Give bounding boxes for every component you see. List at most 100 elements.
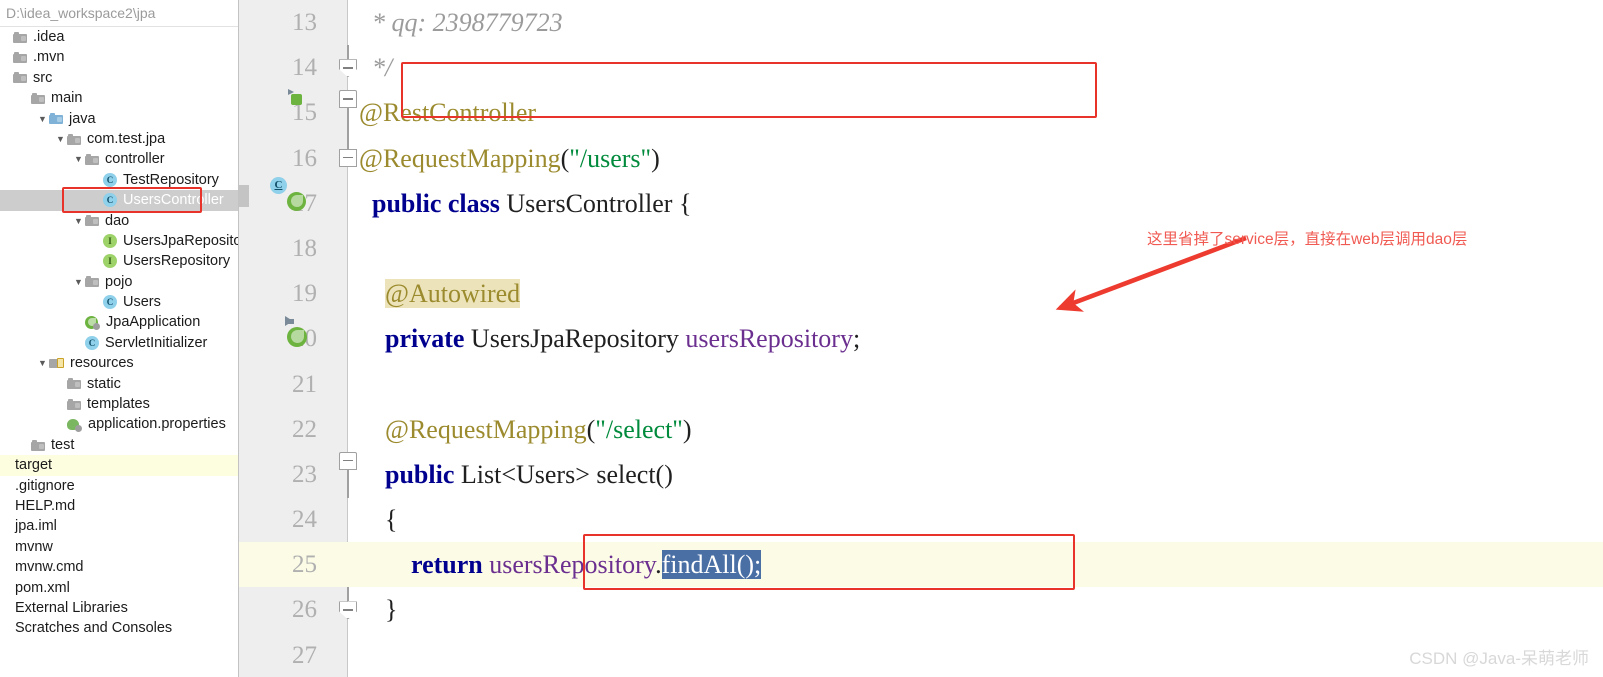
tree-item-label: .idea: [33, 29, 65, 45]
code-text[interactable]: @RequestMapping("/select"): [359, 407, 692, 452]
code-token: usersRepository: [489, 550, 656, 580]
fold-collapse-icon[interactable]: [339, 59, 357, 78]
project-tree-panel[interactable]: D:\idea_workspace2\jpa ▪.idea▪.mvn▪src▪m…: [0, 0, 239, 677]
tree-item-label: templates: [87, 396, 150, 413]
tree-item-servletinitializer[interactable]: ▪C ServletInitializer: [0, 333, 238, 353]
fold-marker-region[interactable]: [335, 45, 361, 90]
code-line[interactable]: 22 @RequestMapping("/select"): [239, 407, 1603, 452]
fold-marker-region[interactable]: [335, 451, 361, 498]
java-class-icon: C: [103, 295, 117, 310]
tree-item-static[interactable]: ▪ static: [0, 374, 238, 394]
code-text[interactable]: private UsersJpaRepository usersReposito…: [359, 316, 860, 361]
tree-item-java[interactable]: ▼ java: [0, 109, 238, 129]
tree-item-dao[interactable]: ▼ dao: [0, 211, 238, 231]
code-editor[interactable]: 13 * qq: 2398779723 14 */15 @RestControlle…: [239, 0, 1603, 677]
code-line[interactable]: 13 * qq: 2398779723: [239, 0, 1603, 45]
tree-item--idea[interactable]: ▪ .idea: [0, 27, 238, 47]
chevron-spacer: ▪: [0, 27, 13, 47]
chevron-spacer: ▪: [0, 68, 13, 88]
code-token: @RequestMapping: [385, 414, 587, 444]
tree-item-testrepository[interactable]: ▪C TestRepository: [0, 170, 238, 190]
code-line[interactable]: 26 }: [239, 587, 1603, 632]
code-token: .: [655, 550, 662, 580]
line-number: 19: [292, 280, 317, 308]
code-text[interactable]: * qq: 2398779723: [359, 0, 563, 45]
tree-item-pom-xml[interactable]: ▪pom.xml: [0, 578, 238, 598]
tree-item-usersjparepository[interactable]: ▪I UsersJpaRepository: [0, 231, 238, 251]
tree-item-src[interactable]: ▪ src: [0, 68, 238, 88]
tree-item-resources[interactable]: ▼ resources: [0, 353, 238, 373]
tree-item-label: jpa.iml: [15, 518, 57, 535]
code-token: @RestController: [359, 98, 537, 128]
code-line[interactable]: 14 */: [239, 45, 1603, 90]
tree-item-test[interactable]: ▪ test: [0, 435, 238, 455]
tree-item-com-test-jpa[interactable]: ▼ com.test.jpa: [0, 129, 238, 149]
line-background: [239, 362, 1603, 407]
tree-item-main[interactable]: ▪ main: [0, 88, 238, 108]
tree-item-jpa-iml[interactable]: ▪jpa.iml: [0, 516, 238, 536]
code-line[interactable]: 15 @RestController: [239, 89, 1603, 137]
chevron-down-icon[interactable]: ▼: [72, 272, 85, 292]
code-line[interactable]: 16 @RequestMapping("/users"): [239, 135, 1603, 181]
code-text[interactable]: @RequestMapping("/users"): [359, 136, 660, 181]
code-text[interactable]: @RestController: [359, 90, 536, 135]
tree-item-userscontroller[interactable]: ▪C UsersController: [0, 190, 238, 211]
tree-item--mvn[interactable]: ▪ .mvn: [0, 47, 238, 67]
code-text[interactable]: return usersRepository.findAll();: [359, 542, 762, 587]
tree-item-templates[interactable]: ▪ templates: [0, 394, 238, 414]
tree-item-usersrepository[interactable]: ▪I UsersRepository: [0, 251, 238, 271]
code-line[interactable]: 19 @Autowired: [239, 271, 1603, 316]
chevron-down-icon[interactable]: ▼: [36, 353, 49, 373]
fold-marker-region[interactable]: [335, 90, 361, 137]
line-background: [239, 45, 1603, 90]
chevron-down-icon[interactable]: ▼: [72, 149, 85, 169]
code-text[interactable]: {: [359, 497, 397, 542]
tree-item-pojo[interactable]: ▼ pojo: [0, 272, 238, 292]
chevron-down-icon[interactable]: ▼: [36, 109, 49, 129]
line-number: 23: [292, 460, 317, 488]
code-token: (: [560, 143, 570, 173]
fold-collapse-icon[interactable]: [339, 148, 357, 167]
tree-item-mvnw[interactable]: ▪mvnw: [0, 537, 238, 557]
folder-icon: [67, 398, 81, 410]
code-line[interactable]: 23 public List<Users> select(): [239, 451, 1603, 498]
tree-item-label: UsersController: [123, 192, 224, 209]
tree-item--gitignore[interactable]: ▪.gitignore: [0, 476, 238, 496]
code-line[interactable]: 25 return usersRepository.findAll();: [239, 542, 1603, 588]
tree-item-users[interactable]: ▪C Users: [0, 292, 238, 312]
chevron-down-icon[interactable]: ▼: [54, 129, 67, 149]
source-folder-icon: [49, 113, 63, 125]
fold-marker-region[interactable]: [335, 587, 361, 632]
code-lines[interactable]: 13 * qq: 2398779723 14 */15 @RestControlle…: [239, 0, 1603, 677]
tree-item-jpaapplication[interactable]: ▪ JpaApplication: [0, 312, 238, 332]
chevron-down-icon[interactable]: ▼: [72, 211, 85, 231]
code-line[interactable]: 27: [239, 633, 1603, 677]
code-text[interactable]: }: [359, 587, 397, 632]
tree-item-mvnw-cmd[interactable]: ▪mvnw.cmd: [0, 557, 238, 577]
folder-icon: [13, 72, 27, 84]
code-line[interactable]: 24 {: [239, 497, 1603, 542]
code-line[interactable]: 20 private UsersJpaRepository usersRepos…: [239, 316, 1603, 361]
project-tree-rows[interactable]: ▪ .idea ▪.mvn▪src▪main▼java▼com.test.jpa▼c…: [0, 27, 238, 639]
tree-item-target[interactable]: ▪target: [0, 455, 238, 476]
fold-collapse-icon[interactable]: [339, 451, 357, 470]
fold-marker-region[interactable]: [335, 135, 361, 181]
code-text[interactable]: public class UsersController {: [359, 181, 691, 226]
code-text[interactable]: */: [359, 45, 392, 90]
code-text[interactable]: public List<Users> select(): [359, 452, 673, 497]
code-line[interactable]: 17C public class UsersController {: [239, 176, 1603, 226]
tree-item-application-properties[interactable]: ▪ application.properties: [0, 414, 238, 434]
java-class-icon: C: [85, 336, 99, 351]
fold-collapse-icon[interactable]: [339, 90, 357, 109]
tree-item-label: mvnw: [15, 538, 53, 555]
code-line[interactable]: 21: [239, 362, 1603, 407]
tree-item-scratches-and-consoles[interactable]: ▪Scratches and Consoles: [0, 618, 238, 638]
tree-item-controller[interactable]: ▼ controller: [0, 149, 238, 169]
chevron-spacer: ▪: [0, 455, 13, 475]
tree-item-help-md[interactable]: ▪HELP.md: [0, 496, 238, 516]
chevron-spacer: ▪: [90, 170, 103, 190]
tree-item-external-libraries[interactable]: ▪External Libraries: [0, 598, 238, 618]
fold-collapse-icon[interactable]: [339, 601, 357, 620]
code-text[interactable]: @Autowired: [359, 271, 521, 316]
